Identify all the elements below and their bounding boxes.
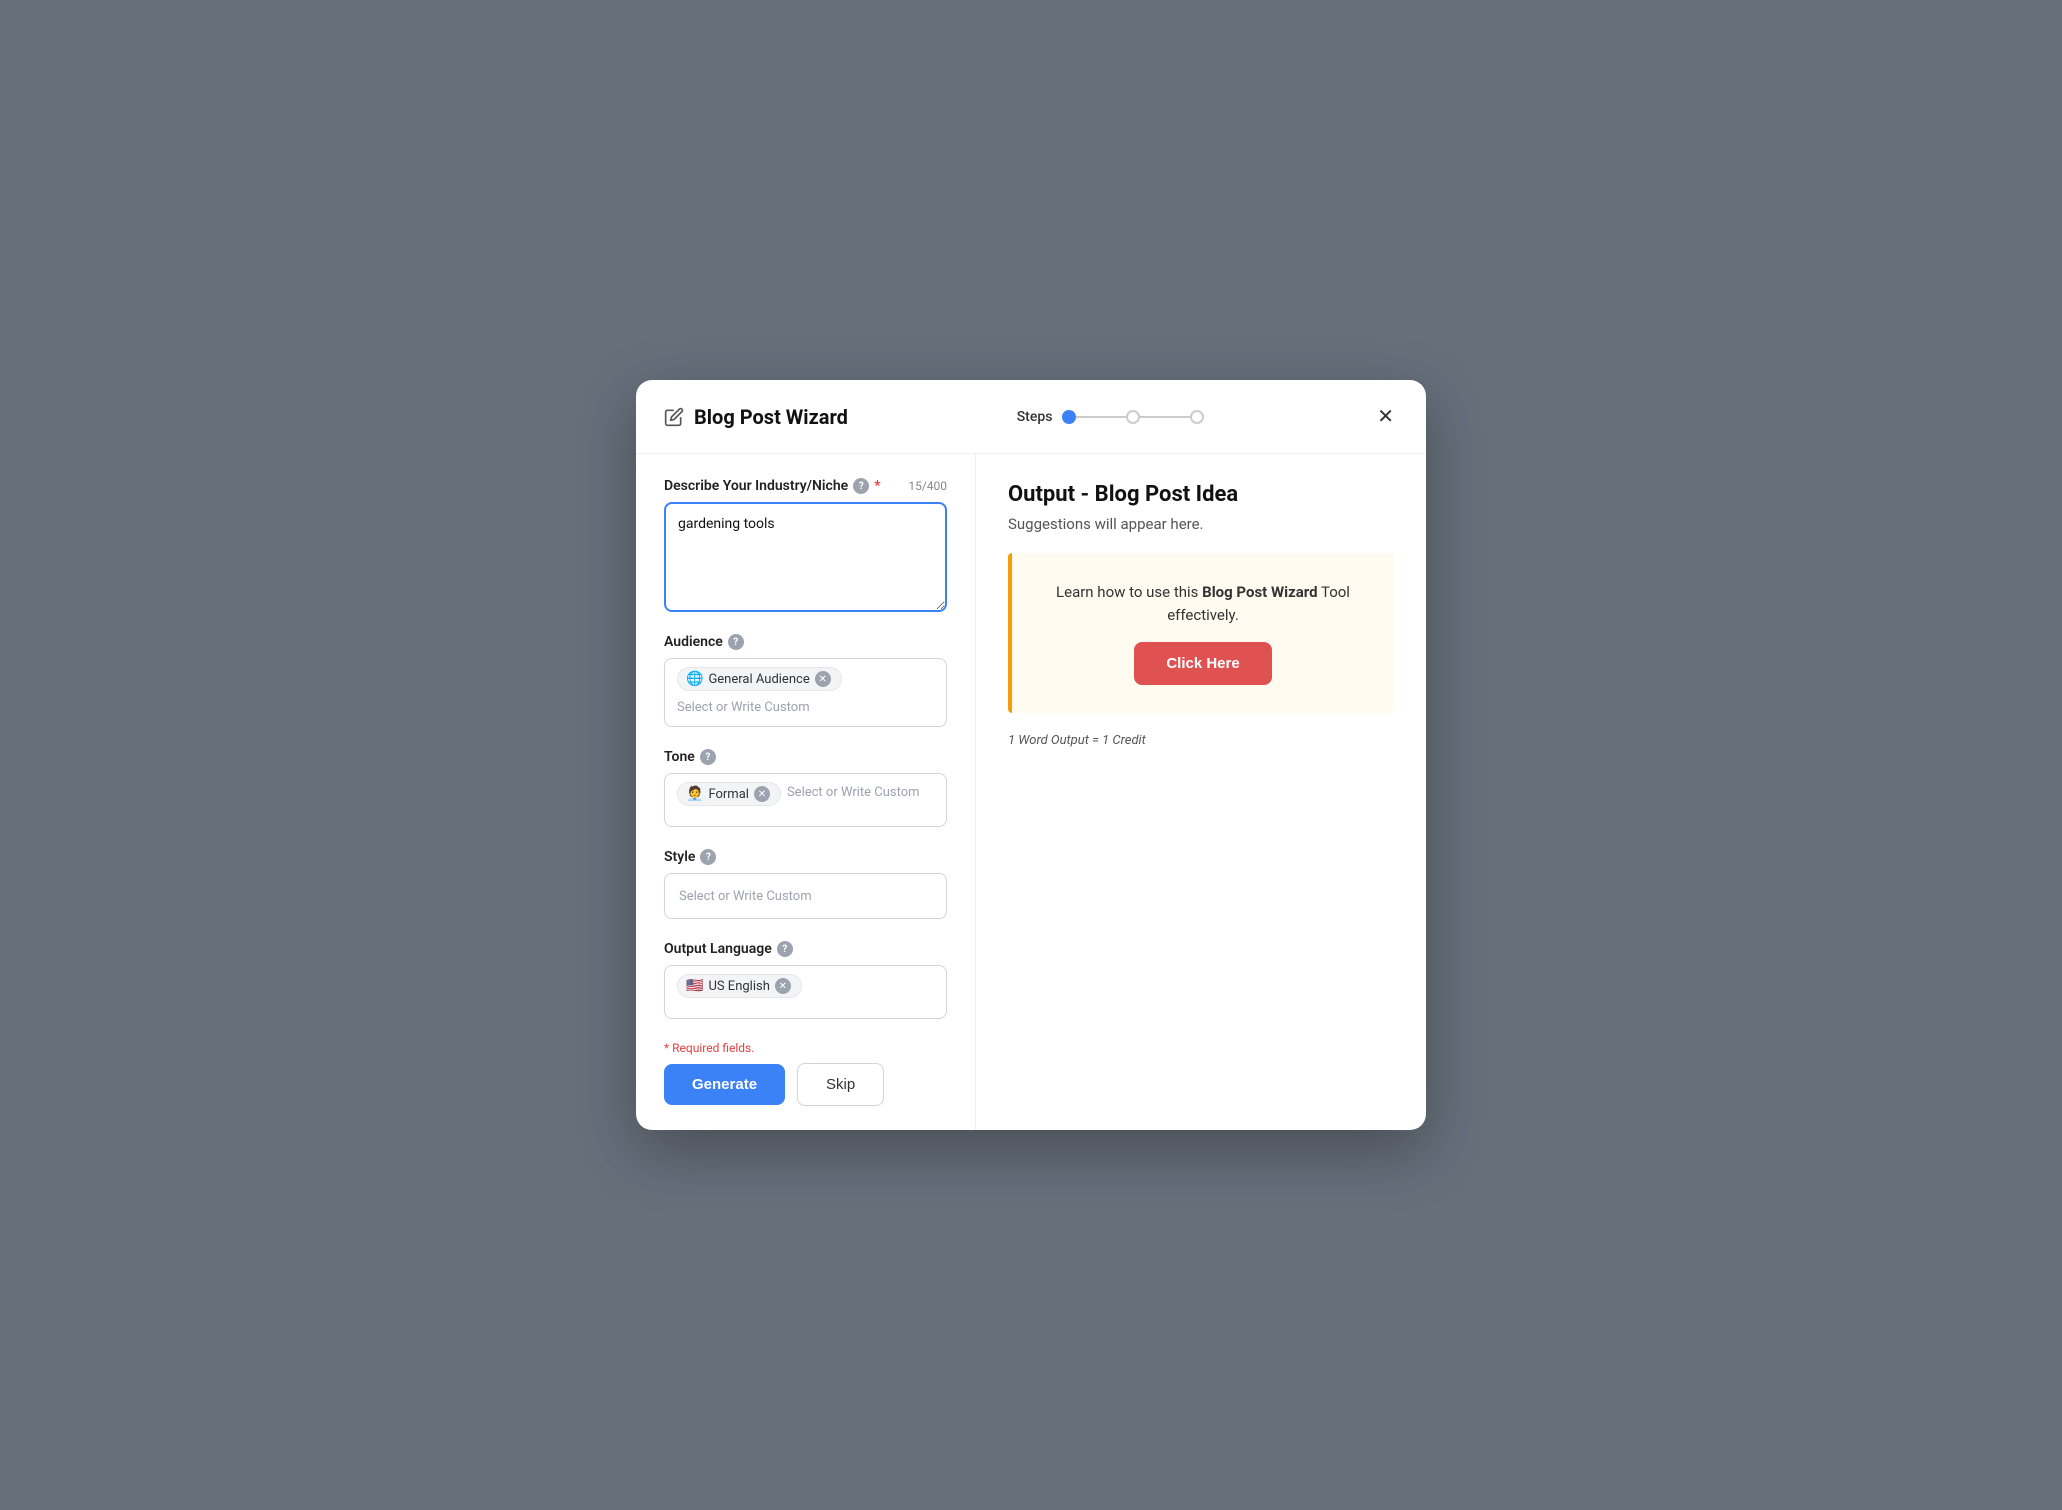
language-tag-emoji: 🇺🇸 [686,978,703,994]
modal-title: Blog Post Wizard [694,405,848,429]
tone-tag-emoji: 🧑‍💼 [686,786,703,802]
language-tag-text: US English [708,979,769,994]
skip-button[interactable]: Skip [797,1063,884,1106]
style-input[interactable]: Select or Write Custom [664,873,947,919]
audience-tag-input[interactable]: 🌐 General Audience ✕ Select or Write Cus… [664,658,947,727]
language-tag-input[interactable]: 🇺🇸 US English ✕ [664,965,947,1019]
language-label: Output Language ? [664,941,947,957]
generate-button[interactable]: Generate [664,1064,785,1105]
credit-note: 1 Word Output = 1 Credit [1008,733,1394,748]
right-panel: Output - Blog Post Idea Suggestions will… [976,454,1426,1130]
audience-tag: 🌐 General Audience ✕ [677,667,842,691]
left-panel: Describe Your Industry/Niche ? * 15/400 … [636,454,976,1130]
step-line-2 [1140,416,1190,418]
style-help-icon[interactable]: ? [700,849,716,865]
audience-tag-remove[interactable]: ✕ [815,671,831,687]
modal-title-area: Blog Post Wizard [664,405,848,429]
output-subtitle: Suggestions will appear here. [1008,515,1394,533]
step-dot-3 [1190,410,1204,424]
industry-textarea[interactable]: gardening tools [664,502,947,612]
audience-tag-text: General Audience [708,672,809,687]
pencil-icon [664,407,684,427]
output-title: Output - Blog Post Idea [1008,482,1394,507]
required-note: * Required fields. [664,1041,947,1055]
industry-label: Describe Your Industry/Niche ? * 15/400 [664,478,947,494]
click-here-button[interactable]: Click Here [1134,642,1271,685]
audience-placeholder: Select or Write Custom [677,697,810,718]
steps-label: Steps [1017,409,1053,425]
step-dot-2 [1126,410,1140,424]
tone-field-group: Tone ? 🧑‍💼 Formal ✕ Select or Write Cust… [664,749,947,827]
style-field-group: Style ? Select or Write Custom [664,849,947,919]
language-field-group: Output Language ? 🇺🇸 US English ✕ [664,941,947,1019]
industry-required-star: * [874,478,880,494]
steps-track [1062,410,1204,424]
tone-tag: 🧑‍💼 Formal ✕ [677,782,781,806]
style-placeholder: Select or Write Custom [679,889,812,904]
close-button[interactable]: ✕ [1373,400,1398,433]
language-tag: 🇺🇸 US English ✕ [677,974,802,998]
audience-help-icon[interactable]: ? [728,634,744,650]
style-label: Style ? [664,849,947,865]
step-line-1 [1076,416,1126,418]
promo-bold: Blog Post Wizard [1202,583,1317,601]
tone-placeholder: Select or Write Custom [787,782,920,803]
promo-text: Learn how to use this Blog Post Wizard T… [1036,581,1370,626]
modal-body: Describe Your Industry/Niche ? * 15/400 … [636,454,1426,1130]
tone-label: Tone ? [664,749,947,765]
tone-tag-remove[interactable]: ✕ [754,786,770,802]
audience-tag-emoji: 🌐 [686,671,703,687]
industry-field-group: Describe Your Industry/Niche ? * 15/400 … [664,478,947,612]
promo-text-before: Learn how to use this [1056,583,1202,601]
close-icon: ✕ [1377,404,1394,429]
industry-char-count: 15/400 [908,479,947,493]
language-help-icon[interactable]: ? [777,941,793,957]
tone-tag-text: Formal [708,787,749,802]
industry-help-icon[interactable]: ? [853,478,869,494]
tone-help-icon[interactable]: ? [700,749,716,765]
promo-box: Learn how to use this Blog Post Wizard T… [1008,553,1394,713]
modal-overlay: Blog Post Wizard Steps ✕ [0,0,2062,1510]
modal: Blog Post Wizard Steps ✕ [636,380,1426,1130]
footer-buttons: Generate Skip [664,1063,947,1106]
step-dot-1 [1062,410,1076,424]
footer-group: * Required fields. Generate Skip [664,1041,947,1106]
audience-label: Audience ? [664,634,947,650]
modal-header: Blog Post Wizard Steps ✕ [636,380,1426,454]
audience-field-group: Audience ? 🌐 General Audience ✕ Select o… [664,634,947,727]
tone-tag-input[interactable]: 🧑‍💼 Formal ✕ Select or Write Custom [664,773,947,827]
language-tag-remove[interactable]: ✕ [775,978,791,994]
steps-area: Steps [1017,409,1205,425]
